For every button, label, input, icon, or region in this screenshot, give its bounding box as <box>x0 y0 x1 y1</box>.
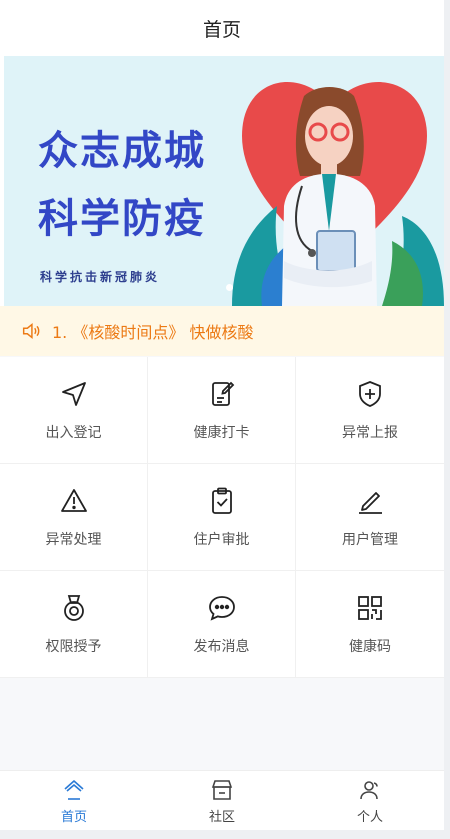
bottom-strip <box>0 830 450 839</box>
clipboard-check-icon <box>211 487 232 514</box>
speaker-icon <box>22 323 40 339</box>
notice-bar[interactable]: 1. 《核酸时间点》 快做核酸 <box>0 306 444 356</box>
grid-item-publish-message[interactable]: 发布消息 <box>148 571 296 678</box>
grid-item-label: 住户审批 <box>193 532 250 548</box>
grid-item-user-management[interactable]: 用户管理 <box>296 464 444 571</box>
grid-item-label: 用户管理 <box>342 532 398 548</box>
grid-item-label: 出入登记 <box>45 425 102 441</box>
carousel-indicator[interactable] <box>226 284 233 291</box>
grid-item-check-in[interactable]: 出入登记 <box>0 357 148 464</box>
medal-icon <box>63 595 84 621</box>
home-icon <box>64 779 84 800</box>
banner-carousel[interactable]: 众志成城 科学防疫 科学抗击新冠肺炎 <box>0 56 444 306</box>
grid-item-handle-anomaly[interactable]: 异常处理 <box>0 464 148 571</box>
grid-item-report-anomaly[interactable]: 异常上报 <box>296 357 444 464</box>
tab-label: 社区 <box>208 809 235 825</box>
user-icon <box>360 780 378 799</box>
community-store-icon <box>211 779 233 800</box>
tab-label: 首页 <box>60 809 87 825</box>
banner-slogan-line2: 科学防疫 <box>38 196 206 242</box>
banner-subline: 科学抗击新冠肺炎 <box>40 270 161 284</box>
grid-item-label: 异常处理 <box>45 532 102 548</box>
tab-personal[interactable]: 个人 <box>296 771 444 831</box>
grid-item-health-code[interactable]: 健康码 <box>296 571 444 678</box>
grid-item-resident-approval[interactable]: 住户审批 <box>148 464 296 571</box>
page-header: 首页 <box>0 0 444 56</box>
feature-grid: 出入登记 健康打卡 异常上报 异常处理 住户审批 用户管理 权限授予 发布消息 <box>0 357 444 678</box>
banner-slogan-line1: 众志成城 <box>38 128 206 174</box>
grid-item-label: 异常上报 <box>342 425 398 441</box>
page-title: 首页 <box>202 18 241 41</box>
bottom-tab-bar: 首页 社区 个人 <box>0 770 444 831</box>
grid-item-label: 健康打卡 <box>193 425 250 441</box>
notice-text: 1. 《核酸时间点》 快做核酸 <box>52 323 254 342</box>
qrcode-icon <box>358 596 382 620</box>
tab-label: 个人 <box>356 809 383 825</box>
clipboard-edit-icon <box>211 381 234 406</box>
grid-item-label: 权限授予 <box>45 639 102 655</box>
shield-plus-icon <box>359 381 381 407</box>
pencil-line-icon <box>359 492 382 514</box>
grid-item-grant-permission[interactable]: 权限授予 <box>0 571 148 678</box>
tab-home[interactable]: 首页 <box>0 771 148 831</box>
grid-item-label: 发布消息 <box>193 639 250 655</box>
grid-item-label: 健康码 <box>349 639 391 655</box>
banner-edge <box>0 56 4 306</box>
chat-bubble-icon <box>208 596 235 621</box>
grid-item-health-clock-in[interactable]: 健康打卡 <box>148 357 296 464</box>
tab-community[interactable]: 社区 <box>148 771 296 831</box>
app-frame: 首页 众志成城 科学防疫 科学抗击新冠肺炎 1. 《核酸时间点》 快做核酸 出入… <box>0 0 444 839</box>
navigation-arrow-icon <box>61 382 86 406</box>
doctor-illustration <box>232 82 444 306</box>
warning-triangle-icon <box>60 489 87 512</box>
